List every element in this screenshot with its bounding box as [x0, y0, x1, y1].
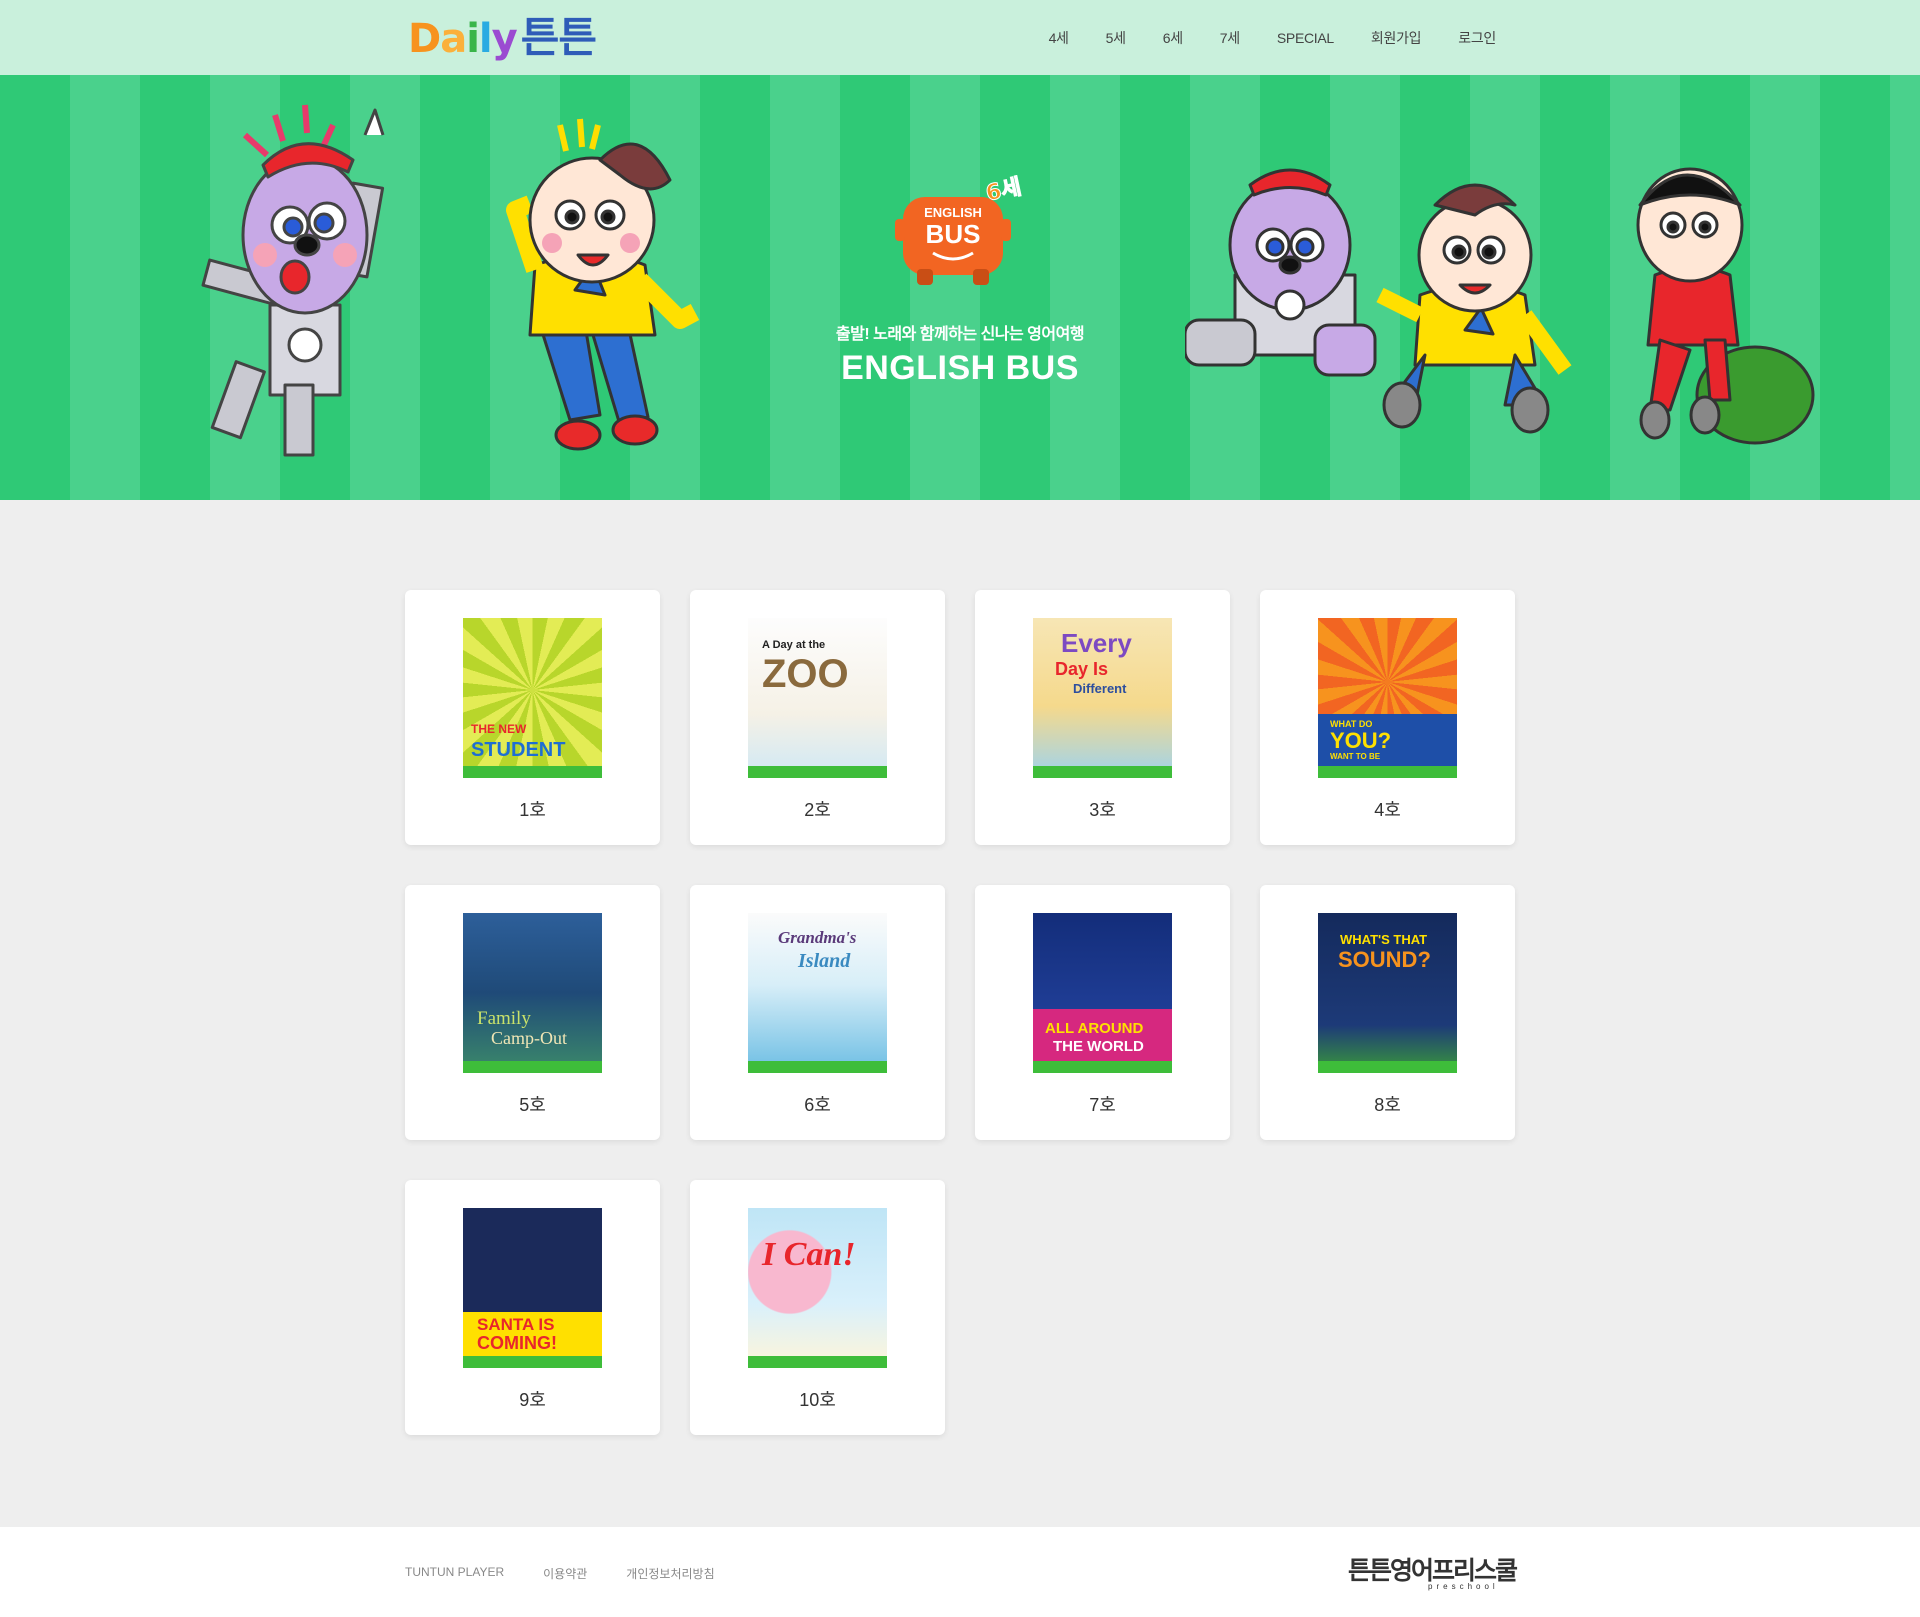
footer-link-terms[interactable]: 이용약관	[543, 1565, 587, 1582]
issue-label: 9호	[519, 1390, 546, 1410]
logo-letter: l	[478, 16, 493, 62]
main-nav: 4세 5세 6세 7세 SPECIAL 회원가입 로그인	[1012, 0, 1497, 75]
nav-login[interactable]: 로그인	[1458, 28, 1496, 48]
characters-group-illustration	[1185, 167, 1815, 445]
issue-card-2[interactable]: A Day at the ZOO 2호	[690, 590, 945, 845]
cover-title-line: A Day at the	[762, 639, 826, 651]
cover-title-line: I Can!	[762, 1236, 856, 1273]
cover-title-line: SANTA IS	[477, 1315, 555, 1334]
cover-title-line: THE WORLD	[1053, 1038, 1144, 1055]
cover-title-line: ZOO	[762, 652, 849, 696]
issue-cover-10: I Can!	[748, 1208, 887, 1368]
bus-logo-line2: BUS	[926, 219, 981, 249]
issue-label: 6호	[804, 1095, 831, 1115]
cover-title-line: Different	[1073, 681, 1127, 696]
nav-age-6[interactable]: 6세	[1163, 28, 1183, 48]
logo-letter: i	[466, 16, 480, 62]
issue-card-6[interactable]: Grandma's Island 6호	[690, 885, 945, 1140]
site-header: Da i l y 튼튼 4세 5세 6세 7세 SPECIAL 회원가입 로그인	[0, 0, 1920, 75]
footer-links: TUNTUN PLAYER 이용약관 개인정보처리방침	[405, 1565, 754, 1582]
cover-title-line: Island	[798, 950, 851, 972]
cover-title-line: Camp-Out	[491, 1028, 567, 1048]
daily-tuntun-logo[interactable]: Da i l y 튼튼	[408, 13, 597, 63]
footer-link-tuntun-player[interactable]: TUNTUN PLAYER	[405, 1565, 504, 1582]
issue-card-7[interactable]: ALL AROUND THE WORLD 7호	[975, 885, 1230, 1140]
issue-label: 4호	[1374, 800, 1401, 820]
robot-character-illustration	[201, 104, 385, 457]
cover-title-line: YOU?	[1330, 728, 1392, 753]
cover-title-line: COMING!	[477, 1333, 557, 1353]
issue-cover-2: A Day at the ZOO	[748, 618, 887, 778]
issue-card-9[interactable]: SANTA IS COMING! 9호	[405, 1180, 660, 1435]
issue-label: 8호	[1374, 1095, 1401, 1115]
hero-banner: ENGLISH BUS 6세 출발! 노래와 함께하는 신나는 영어여행 ENG…	[0, 75, 1920, 500]
issue-cover-7: ALL AROUND THE WORLD	[1033, 913, 1172, 1073]
issue-label: 3호	[1089, 800, 1116, 820]
issue-cover-9: SANTA IS COMING!	[463, 1208, 602, 1368]
cover-title-line: Grandma's	[778, 928, 857, 947]
issue-cover-5: Family Camp-Out	[463, 913, 602, 1073]
english-bus-logo: ENGLISH BUS 6세	[895, 175, 1024, 285]
logo-letter: D	[408, 16, 441, 62]
issue-cover-1: THE NEW STUDENT	[463, 618, 602, 778]
issue-card-3[interactable]: Every Day Is Different 3호	[975, 590, 1230, 845]
issue-label: 5호	[519, 1095, 546, 1115]
issue-label: 7호	[1089, 1095, 1116, 1115]
hero-title: ENGLISH BUS	[841, 349, 1079, 387]
cover-title-line: STUDENT	[471, 739, 566, 761]
cover-title-line: WANT TO BE	[1330, 752, 1381, 761]
footer-link-privacy[interactable]: 개인정보처리방침	[626, 1565, 714, 1582]
nav-age-7[interactable]: 7세	[1220, 28, 1240, 48]
tuntun-preschool-logo[interactable]: 튼튼영어프리스쿨 preschool	[1348, 1549, 1518, 1593]
nav-age-5[interactable]: 5세	[1106, 28, 1126, 48]
logo-korean: 튼튼	[520, 13, 597, 62]
issue-card-5[interactable]: Family Camp-Out 5호	[405, 885, 660, 1140]
issue-label: 2호	[804, 800, 831, 820]
bus-logo-line1: ENGLISH	[924, 205, 982, 220]
issue-label: 10호	[799, 1390, 836, 1410]
issue-card-1[interactable]: THE NEW STUDENT 1호	[405, 590, 660, 845]
cover-title-line: THE NEW	[471, 722, 527, 736]
site-footer: TUNTUN PLAYER 이용약관 개인정보처리방침 튼튼영어프리스쿨 pre…	[0, 1527, 1920, 1617]
boy-character-illustration	[506, 118, 700, 451]
footer-logo-english: preschool	[1428, 1582, 1499, 1591]
cover-title-line: Every	[1061, 628, 1132, 658]
logo-letter: y	[491, 16, 518, 62]
cover-title-line: Family	[477, 1008, 531, 1029]
issue-card-10[interactable]: I Can! 10호	[690, 1180, 945, 1435]
issue-cover-8: WHAT'S THAT SOUND?	[1318, 913, 1457, 1073]
issue-cover-6: Grandma's Island	[748, 913, 887, 1073]
bus-logo-age: 6세	[984, 175, 1024, 207]
cover-title-line: SOUND?	[1338, 947, 1431, 972]
nav-age-4[interactable]: 4세	[1049, 28, 1069, 48]
issue-card-4[interactable]: WHAT DO YOU? WANT TO BE 4호	[1260, 590, 1515, 845]
cover-title-line: WHAT'S THAT	[1340, 932, 1428, 947]
issue-label: 1호	[519, 800, 546, 820]
logo-letter: a	[440, 16, 467, 62]
hero-subtitle: 출발! 노래와 함께하는 신나는 영어여행	[835, 326, 1085, 343]
nav-special[interactable]: SPECIAL	[1277, 30, 1334, 46]
issue-cover-4: WHAT DO YOU? WANT TO BE	[1318, 618, 1457, 778]
cover-title-line: Day Is	[1055, 659, 1109, 679]
issue-cover-3: Every Day Is Different	[1033, 618, 1172, 778]
cover-title-line: ALL AROUND	[1045, 1020, 1144, 1037]
issue-card-8[interactable]: WHAT'S THAT SOUND? 8호	[1260, 885, 1515, 1140]
nav-signup[interactable]: 회원가입	[1371, 28, 1422, 48]
